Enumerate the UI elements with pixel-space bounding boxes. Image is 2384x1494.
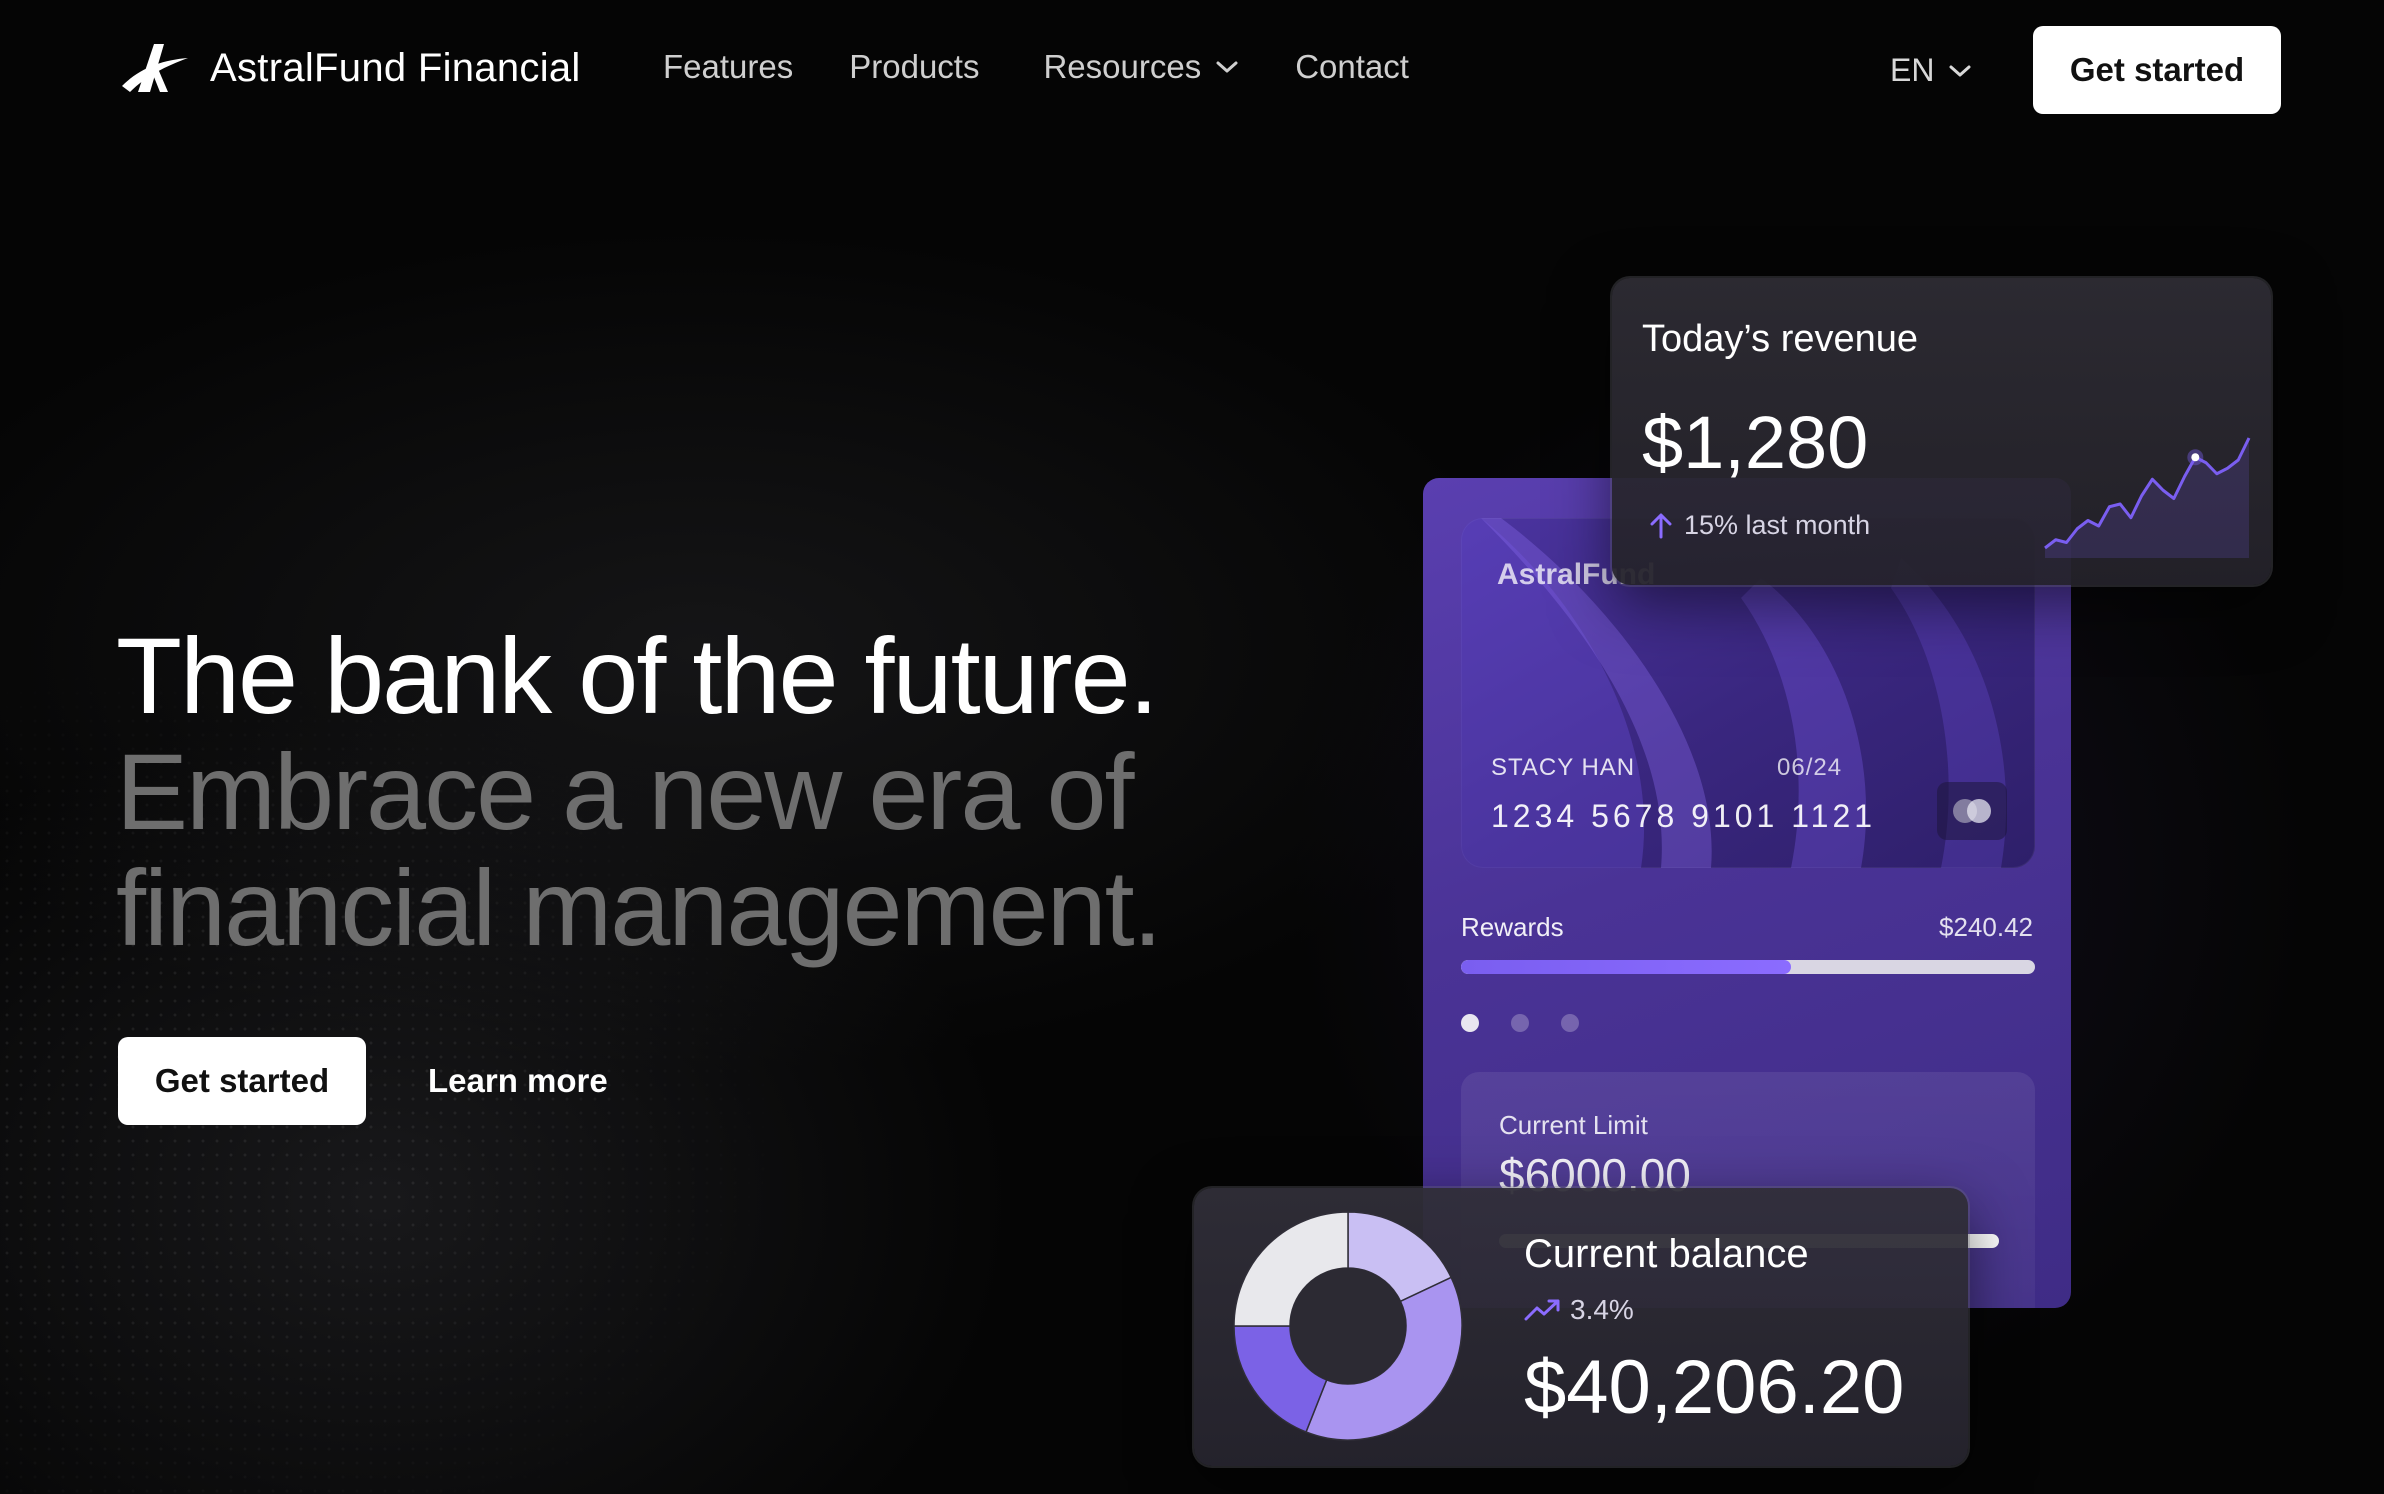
trend-up-icon bbox=[1524, 1299, 1560, 1321]
balance-change: 3.4% bbox=[1524, 1294, 1634, 1326]
nav-contact[interactable]: Contact bbox=[1295, 48, 1409, 86]
card-network-icon bbox=[1953, 799, 1991, 823]
pager-dot[interactable] bbox=[1511, 1014, 1529, 1032]
brand-name: AstralFund Financial bbox=[210, 45, 581, 90]
sparkline-marker bbox=[2191, 453, 2200, 462]
donut-hole bbox=[1290, 1268, 1406, 1384]
revenue-card: Today’s revenue $1,280 15% last month bbox=[1612, 278, 2271, 585]
nav-resources[interactable]: Resources bbox=[1043, 48, 1239, 86]
limit-label: Current Limit bbox=[1499, 1110, 1648, 1140]
rewards-progress-bar bbox=[1461, 960, 2035, 974]
rewards-label: Rewards bbox=[1461, 912, 1564, 942]
language-selector[interactable]: EN bbox=[1890, 52, 1972, 89]
app-preview-panel: AstralFund STACY HAN 06/24 1234 5678 910… bbox=[1423, 478, 2071, 1308]
chevron-down-icon bbox=[1216, 61, 1238, 73]
revenue-change: 15% last month bbox=[1646, 510, 1870, 541]
card-network-badge bbox=[1937, 782, 2007, 840]
balance-donut-chart bbox=[1233, 1211, 1463, 1441]
nav-links: Features Products Resources Contact bbox=[663, 48, 1409, 86]
hero-subline-1: Embrace a new era of bbox=[116, 731, 1135, 852]
nav-get-started-button[interactable]: Get started bbox=[2033, 26, 2281, 114]
card-expiry: 06/24 bbox=[1777, 754, 1843, 781]
arrow-up-icon bbox=[1650, 513, 1672, 538]
pager-dot[interactable] bbox=[1461, 1014, 1479, 1032]
nav-products[interactable]: Products bbox=[849, 48, 979, 86]
nav-features[interactable]: Features bbox=[663, 48, 793, 86]
nav-resources-label: Resources bbox=[1043, 48, 1202, 85]
hero-get-started-button[interactable]: Get started bbox=[118, 1037, 366, 1125]
language-label: EN bbox=[1890, 52, 1935, 88]
sparkline-area bbox=[2045, 438, 2249, 558]
hero-heading: The bank of the future. Embrace a new er… bbox=[116, 615, 1163, 968]
card-number: 1234 5678 9101 1121 bbox=[1491, 798, 1877, 834]
revenue-title: Today’s revenue bbox=[1642, 318, 1919, 360]
top-nav: AstralFund Financial Features Products R… bbox=[0, 0, 2384, 142]
balance-value: $40,206.20 bbox=[1524, 1345, 1905, 1430]
logo[interactable]: AstralFund Financial bbox=[116, 38, 581, 98]
astralfund-logo-icon bbox=[122, 44, 188, 92]
carousel-pager bbox=[1461, 1014, 1579, 1032]
revenue-change-text: 15% last month bbox=[1684, 510, 1871, 540]
revenue-value: $1,280 bbox=[1642, 401, 1869, 484]
rewards-value: $240.42 bbox=[1939, 912, 2033, 942]
hero-subline-2: financial management. bbox=[116, 847, 1163, 968]
page: AstralFund Financial Features Products R… bbox=[0, 0, 2384, 1494]
balance-card: Current balance 3.4% $40,206.20 bbox=[1194, 1188, 1968, 1466]
hero-headline: The bank of the future. bbox=[116, 615, 1159, 736]
balance-title: Current balance bbox=[1524, 1232, 1809, 1276]
rewards-progress-fill bbox=[1461, 960, 1792, 974]
learn-more-link[interactable]: Learn more bbox=[428, 1062, 608, 1100]
card-holder-name: STACY HAN bbox=[1491, 754, 1636, 781]
chevron-down-icon bbox=[1949, 65, 1971, 76]
balance-change-text: 3.4% bbox=[1570, 1294, 1634, 1325]
revenue-sparkline bbox=[2044, 437, 2251, 558]
pager-dot[interactable] bbox=[1561, 1014, 1579, 1032]
